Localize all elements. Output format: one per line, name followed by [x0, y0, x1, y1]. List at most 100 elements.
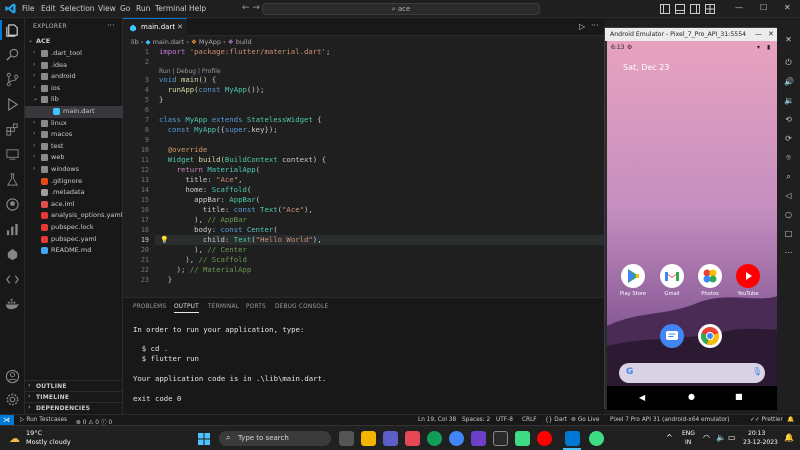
menu-go[interactable]: Go	[120, 4, 130, 13]
taskbar-search[interactable]: ⌕ Type to search	[219, 431, 331, 446]
menu-help[interactable]: Help	[189, 4, 206, 13]
youtube-icon[interactable]	[736, 264, 760, 288]
layout-bottom-icon[interactable]	[675, 4, 685, 14]
clock-time[interactable]: 20:13	[748, 430, 765, 437]
maximize-button[interactable]: ☐	[760, 3, 767, 12]
code-line[interactable]: ); // MaterialApp	[159, 265, 252, 274]
panel-tab-debug-console[interactable]: DEBUG CONSOLE	[275, 304, 328, 310]
run-testcases-button[interactable]: ▷ Run Testcases	[20, 417, 67, 423]
code-line[interactable]: return MaterialApp(	[159, 165, 261, 174]
teams-icon[interactable]	[383, 431, 398, 446]
menu-run[interactable]: Run	[136, 4, 150, 13]
section-timeline[interactable]: › TIMELINE	[25, 391, 123, 402]
code-line[interactable]: @override	[159, 145, 208, 154]
github-desktop-icon[interactable]	[471, 431, 486, 446]
tree-item[interactable]: › macos	[25, 129, 123, 141]
home-icon[interactable]: ●	[688, 392, 695, 401]
source-control-icon[interactable]	[5, 72, 20, 87]
run-debug-icon[interactable]	[5, 97, 20, 112]
zoom-icon[interactable]: ⌕	[784, 172, 793, 181]
play-store-icon[interactable]	[621, 264, 645, 288]
android-studio-icon[interactable]	[515, 431, 530, 446]
code-line[interactable]: appBar: AppBar(	[159, 195, 260, 204]
more-actions-icon[interactable]: ···	[107, 21, 115, 30]
back-icon[interactable]: ◁	[784, 191, 793, 200]
tree-item[interactable]: › test	[25, 141, 123, 153]
tree-item[interactable]: pubspec.yaml	[25, 234, 123, 246]
code-line[interactable]: home: Scaffold(	[159, 185, 251, 194]
rotate-right-icon[interactable]: ⟳	[784, 134, 793, 143]
task-view-icon[interactable]	[339, 431, 354, 446]
code-runner-icon[interactable]	[5, 272, 20, 287]
section-outline[interactable]: › OUTLINE	[25, 380, 123, 391]
extensions-icon[interactable]	[5, 122, 20, 137]
github-icon[interactable]	[5, 197, 20, 212]
nav-back-forward-icon[interactable]: ← →	[242, 3, 260, 13]
tree-item[interactable]: .gitignore	[25, 176, 123, 188]
code-line[interactable]: ), // AppBar	[159, 215, 247, 224]
volume-up-icon[interactable]: 🔊	[784, 77, 794, 86]
file-explorer-icon[interactable]	[361, 431, 376, 446]
panel-tab-output[interactable]: OUTPUT	[174, 304, 199, 313]
code-line[interactable]: Widget build(BuildContext context) {	[159, 155, 326, 164]
tree-item[interactable]: ⌄ lib	[25, 94, 123, 106]
battery-icon[interactable]: ▭	[728, 433, 736, 442]
code-line[interactable]: title: "Ace",	[159, 175, 242, 184]
more-icon[interactable]: ⋯	[784, 248, 793, 257]
docker-icon[interactable]	[5, 297, 20, 312]
edge-icon[interactable]	[427, 431, 442, 446]
gmail-icon[interactable]	[660, 264, 684, 288]
overview-icon[interactable]: □	[784, 229, 793, 238]
tree-item[interactable]: main.dart	[25, 106, 123, 118]
code-line[interactable]: child: Text("Hello World"),	[159, 235, 322, 244]
back-icon[interactable]: ◀	[639, 393, 645, 402]
remote-explorer-icon[interactable]	[5, 147, 20, 162]
panel-tab-problems[interactable]: PROBLEMS	[133, 304, 166, 310]
recents-icon[interactable]: ■	[735, 392, 743, 401]
speaker-icon[interactable]: 🔈	[716, 433, 726, 442]
settings-gear-icon[interactable]	[5, 392, 20, 407]
code-line[interactable]: }	[159, 275, 172, 284]
menu-view[interactable]: View	[98, 4, 116, 13]
wifi-icon[interactable]: ◠	[703, 433, 710, 442]
go-live-button[interactable]: ⊚ Go Live	[571, 417, 599, 423]
home-icon[interactable]: ○	[784, 210, 793, 219]
menu-file[interactable]: File	[22, 4, 35, 13]
code-line[interactable]: const MyApp({super.key});	[159, 125, 278, 134]
layout-panel-icon[interactable]	[660, 4, 670, 14]
code-line[interactable]: runApp(const MyApp());	[159, 85, 265, 94]
search-icon[interactable]	[5, 47, 20, 62]
chevron-up-icon[interactable]: ^	[666, 433, 673, 442]
code-line[interactable]: ), // Center	[159, 245, 247, 254]
tree-item[interactable]: analysis_options.yaml	[25, 210, 123, 222]
tree-item[interactable]: › android	[25, 71, 123, 83]
tree-item[interactable]: .metadata	[25, 187, 123, 199]
code-line[interactable]: void main() {	[159, 75, 216, 84]
tree-item[interactable]: › .dart_tool	[25, 48, 123, 60]
breadcrumb-method[interactable]: build	[236, 38, 252, 46]
tree-item[interactable]: README.md	[25, 245, 123, 257]
vscode-taskbar-icon[interactable]	[565, 431, 580, 446]
menu-terminal[interactable]: Terminal	[155, 4, 187, 13]
tree-item[interactable]: ace.iml	[25, 199, 123, 211]
emulator-taskbar-icon[interactable]	[589, 431, 604, 446]
microphone-icon[interactable]: 🎙	[752, 367, 762, 376]
tab-main-dart[interactable]: main.dart ✕	[123, 18, 187, 36]
code-line[interactable]: class MyApp extends StatelessWidget {	[159, 115, 322, 124]
tree-item[interactable]: › web	[25, 152, 123, 164]
line-ending[interactable]: CRLF	[522, 417, 537, 423]
app-icon[interactable]	[493, 431, 508, 446]
panel-tab-ports[interactable]: PORTS	[246, 304, 266, 310]
codelens-run-debug[interactable]: Run | Debug | Profile	[159, 68, 221, 75]
close-button[interactable]: ✕	[784, 3, 791, 12]
photos-icon[interactable]	[698, 264, 722, 288]
volume-down-icon[interactable]: 🔉	[784, 96, 794, 105]
chart-icon[interactable]	[5, 222, 20, 237]
indentation[interactable]: Spaces: 2	[462, 417, 490, 423]
minimize-button[interactable]: —	[735, 3, 743, 12]
tree-item[interactable]: › .idea	[25, 60, 123, 72]
weather-icon[interactable]: ☁	[9, 432, 20, 445]
chrome-icon[interactable]	[449, 431, 464, 446]
prettier-status[interactable]: ✓✓ Prettier	[750, 417, 783, 423]
code-line[interactable]: body: const Center(	[159, 225, 278, 234]
